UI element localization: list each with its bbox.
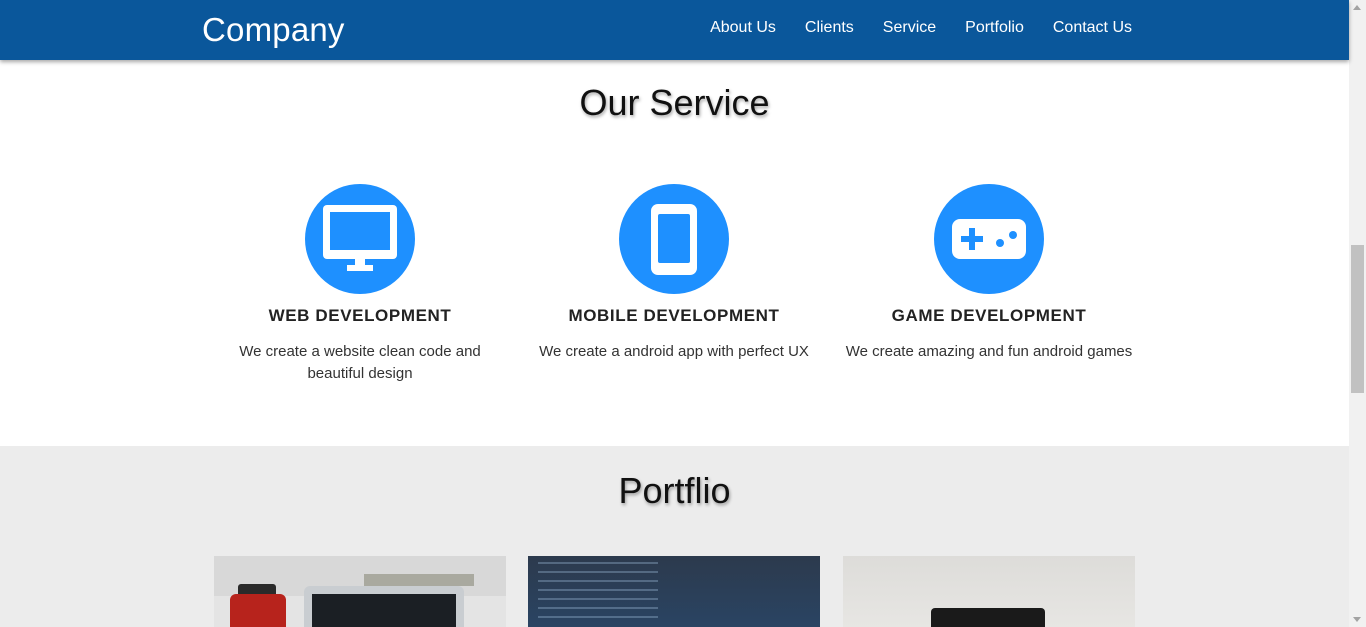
service-item-mobile: MOBILE DEVELOPMENT We create a android a… — [514, 184, 834, 363]
nav-link-service[interactable]: Service — [883, 19, 936, 37]
service-heading: MOBILE DEVELOPMENT — [568, 306, 780, 325]
service-section: Our Service WEB DEVELOPMENT We create a … — [0, 60, 1349, 446]
service-heading: GAME DEVELOPMENT — [891, 306, 1087, 325]
service-section-title: Our Service — [579, 82, 770, 123]
nav-link-contact-us[interactable]: Contact Us — [1053, 19, 1132, 37]
service-description: We create a android app with perfect UX — [539, 343, 809, 360]
service-heading: WEB DEVELOPMENT — [268, 306, 452, 325]
page-scrollbar[interactable] — [1349, 0, 1366, 627]
nav-menu: About Us Clients Service Portfolio Conta… — [681, 19, 1132, 37]
brand-logo[interactable]: Company — [202, 11, 345, 49]
portfolio-image-code-screen[interactable] — [528, 556, 820, 627]
portfolio-image-laptop-desk[interactable] — [214, 556, 506, 627]
nav-link-clients[interactable]: Clients — [805, 19, 854, 37]
service-item-game: GAME DEVELOPMENT We create amazing and f… — [829, 184, 1149, 363]
gamepad-icon — [934, 184, 1044, 294]
portfolio-section-title: Portflio — [618, 470, 731, 511]
navbar: Company About Us Clients Service Portfol… — [0, 0, 1349, 60]
service-description: We create amazing and fun android games — [845, 343, 1133, 360]
portfolio-image-device-white[interactable] — [843, 556, 1135, 627]
service-item-web: WEB DEVELOPMENT We create a website clea… — [200, 184, 520, 385]
scrollbar-thumb[interactable] — [1351, 245, 1364, 393]
mobile-phone-icon — [619, 184, 729, 294]
service-description: We create a website clean code and beaut… — [239, 343, 481, 382]
portfolio-section: Portflio — [0, 446, 1349, 627]
scroll-up-arrow-icon[interactable] — [1353, 5, 1361, 10]
desktop-monitor-icon — [305, 184, 415, 294]
scroll-down-arrow-icon[interactable] — [1353, 617, 1361, 622]
nav-link-portfolio[interactable]: Portfolio — [965, 19, 1024, 37]
nav-link-about-us[interactable]: About Us — [710, 19, 776, 37]
